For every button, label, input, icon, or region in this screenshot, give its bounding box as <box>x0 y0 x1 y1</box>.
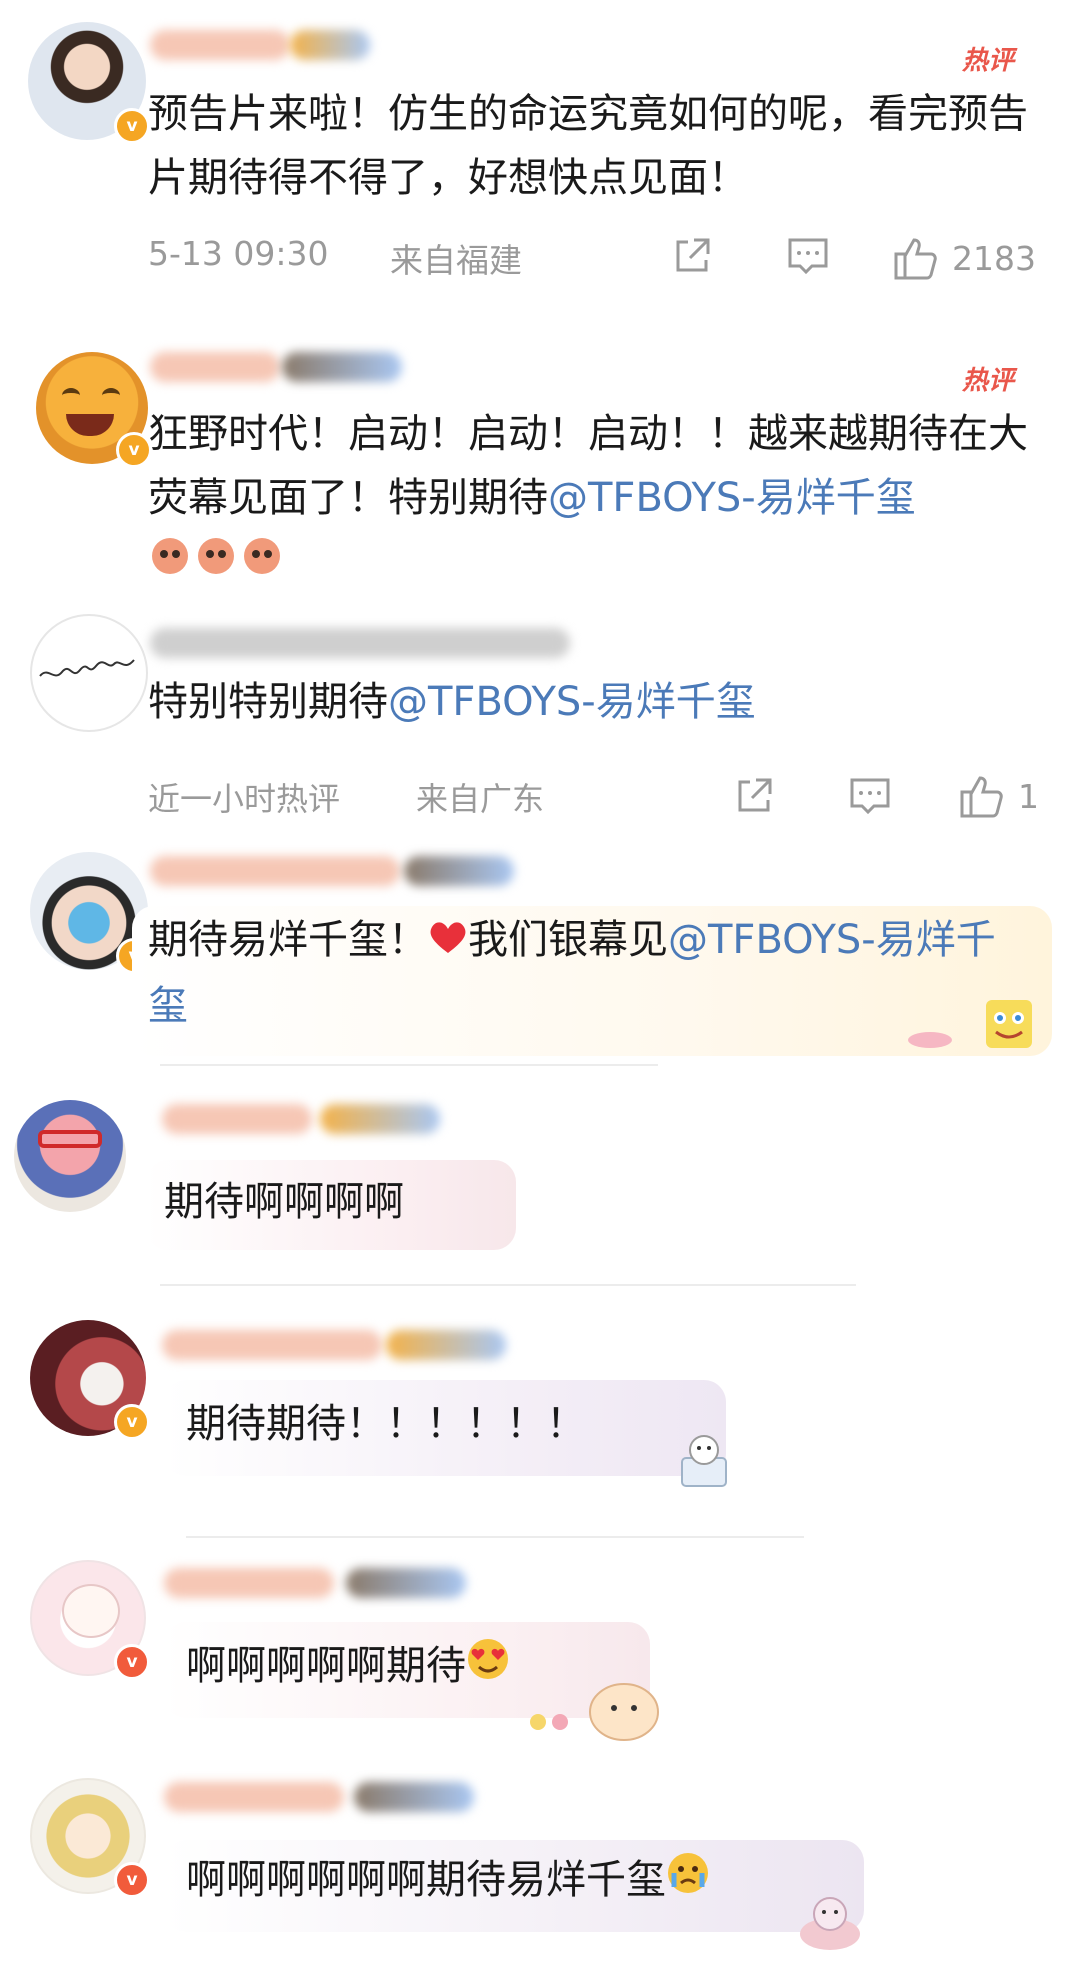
bubble-sticker <box>664 1428 744 1496</box>
verified-badge-icon: v <box>114 1644 150 1680</box>
username[interactable] <box>164 1782 344 1812</box>
user-level-badge <box>346 1568 466 1598</box>
mention-link[interactable]: @TFBOYS-易烊千玺 <box>388 679 756 725</box>
avatar[interactable]: v <box>30 1560 150 1680</box>
avatar[interactable]: v <box>28 22 150 144</box>
comment-text: 期待啊啊啊啊 <box>164 1179 404 1225</box>
comment-time: 5-13 09:30 <box>148 234 329 273</box>
heart-icon <box>428 910 468 974</box>
divider <box>160 1064 658 1066</box>
bubble-sticker <box>520 1668 660 1748</box>
share-button[interactable] <box>670 234 714 278</box>
share-icon <box>738 778 772 812</box>
username[interactable] <box>150 628 570 658</box>
user-level-badge <box>320 1104 440 1134</box>
comment-body: 期待易烊千玺！ <box>148 917 428 963</box>
user-level-badge <box>290 30 370 60</box>
comment-body: 特别特别期待 <box>148 679 388 725</box>
comment-location: 来自福建 <box>390 241 522 280</box>
username[interactable] <box>150 856 400 886</box>
hot-comment-label: 热评 <box>962 366 1015 396</box>
username[interactable] <box>150 30 290 60</box>
sticker-emoji <box>148 532 288 597</box>
username[interactable] <box>164 1568 334 1598</box>
comment-text: 啊啊啊啊啊啊期待易烊千玺 <box>186 1848 710 1914</box>
comment-icon <box>850 778 890 815</box>
like-icon <box>960 776 1003 818</box>
bubble-sticker <box>900 992 1050 1066</box>
verified-badge-icon: v <box>114 1862 150 1898</box>
comment-text: 狂野时代！启动！启动！启动！！越来越期待在大荧幕见面了！特别期待@TFBOYS-… <box>148 402 1048 597</box>
crying-emoji <box>666 1850 710 1914</box>
mention-link[interactable]: @TFBOYS-易烊千玺 <box>548 475 916 521</box>
like-button[interactable]: 1 <box>958 772 1039 820</box>
hot-comment-label: 热评 <box>962 46 1015 76</box>
comment-body: 啊啊啊啊啊期待 <box>186 1643 466 1689</box>
avatar[interactable] <box>14 1100 126 1212</box>
verified-badge-icon: v <box>116 432 152 468</box>
heart-eyes-emoji <box>466 1636 510 1700</box>
share-icon <box>676 238 710 272</box>
username[interactable] <box>162 1330 382 1360</box>
user-level-badge <box>404 856 514 886</box>
comment-text: 期待易烊千玺！ 我们银幕见@TFBOYS-易烊千玺 <box>148 908 1018 1038</box>
comment-text: 期待期待！！！！！！ <box>186 1401 586 1447</box>
username[interactable] <box>150 352 280 382</box>
avatar[interactable]: v <box>36 352 152 468</box>
like-count: 1 <box>1018 776 1039 816</box>
comment-location: 来自广东 <box>416 780 545 818</box>
comment-text: 特别特别期待@TFBOYS-易烊千玺 <box>148 670 1048 734</box>
comment-button[interactable] <box>848 774 892 818</box>
user-level-badge <box>354 1782 474 1812</box>
comment-time: 近一小时热评 <box>148 780 341 818</box>
like-button[interactable]: 2183 <box>892 234 1036 282</box>
comment-body: 啊啊啊啊啊啊期待易烊千玺 <box>186 1857 666 1903</box>
username[interactable] <box>162 1104 312 1134</box>
share-button[interactable] <box>732 774 776 818</box>
comment-icon <box>788 238 828 275</box>
divider <box>160 1284 856 1286</box>
comment-button[interactable] <box>786 234 830 278</box>
verified-badge-icon: v <box>114 108 150 144</box>
avatar[interactable]: v <box>30 852 152 974</box>
like-icon <box>894 238 937 280</box>
avatar[interactable]: v <box>30 1778 150 1898</box>
user-level-badge <box>282 352 402 382</box>
divider <box>186 1536 804 1538</box>
user-level-badge <box>386 1330 506 1360</box>
avatar[interactable] <box>30 614 148 732</box>
comment-body-2: 我们银幕见 <box>468 917 668 963</box>
like-count: 2183 <box>952 238 1036 278</box>
comment-text: 预告片来啦！仿生的命运究竟如何的呢，看完预告片期待得不得了，好想快点见面！ <box>148 91 1028 201</box>
bubble-sticker <box>786 1878 876 1962</box>
comment-text: 啊啊啊啊啊期待 <box>186 1634 510 1700</box>
avatar[interactable]: v <box>30 1320 150 1440</box>
verified-badge-icon: v <box>114 1404 150 1440</box>
